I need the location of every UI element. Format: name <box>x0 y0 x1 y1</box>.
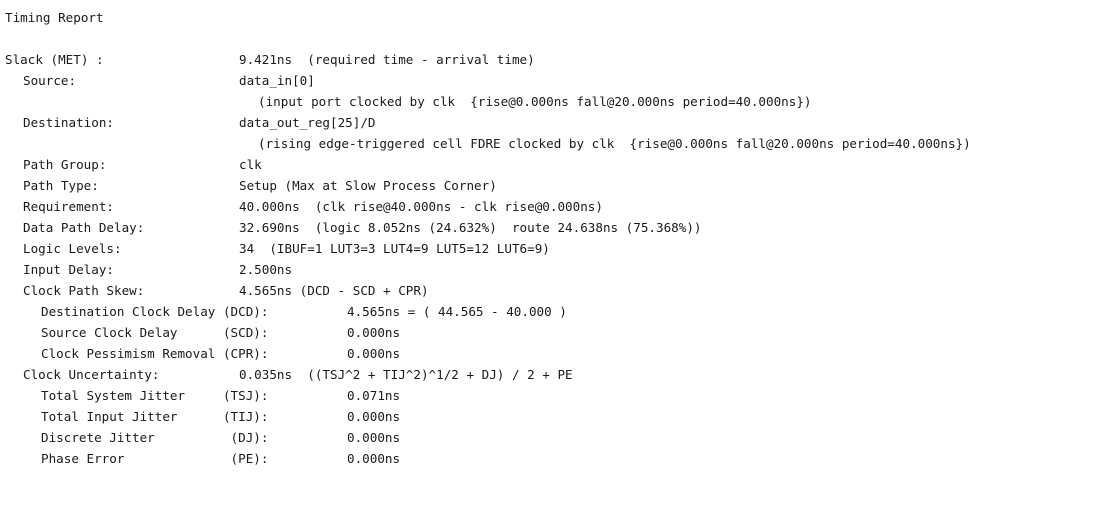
row-label: Total Input Jitter (TIJ): <box>41 409 269 424</box>
row-clock-path-skew: Clock Path Skew: 4.565ns (DCD - SCD + CP… <box>0 280 429 301</box>
row-slack: Slack (MET) : 9.421ns (required time - a… <box>0 49 535 70</box>
row-value: (rising edge-triggered cell FDRE clocked… <box>258 136 971 151</box>
row-pe: Phase Error (PE): 0.000ns <box>0 448 400 469</box>
row-clock-uncertainty: Clock Uncertainty: 0.035ns ((TSJ^2 + TIJ… <box>0 364 573 385</box>
row-label: Source: <box>23 73 77 88</box>
row-source-detail: (input port clocked by clk {rise@0.000ns… <box>0 91 812 112</box>
row-label: Clock Uncertainty: <box>23 367 160 382</box>
report-title-line: Timing Report <box>0 7 104 28</box>
row-value: data_out_reg[25]/D <box>239 115 376 130</box>
row-path-type: Path Type: Setup (Max at Slow Process Co… <box>0 175 497 196</box>
row-value: 4.565ns = ( 44.565 - 40.000 ) <box>347 304 567 319</box>
row-scd: Source Clock Delay (SCD): 0.000ns <box>0 322 400 343</box>
row-value: clk <box>239 157 262 172</box>
row-label: Clock Pessimism Removal (CPR): <box>41 346 269 361</box>
row-tij: Total Input Jitter (TIJ): 0.000ns <box>0 406 400 427</box>
row-value: 0.000ns <box>347 451 401 466</box>
row-dcd: Destination Clock Delay (DCD): 4.565ns =… <box>0 301 567 322</box>
row-value: 0.071ns <box>347 388 401 403</box>
row-label: Total System Jitter (TSJ): <box>41 388 269 403</box>
row-label: Discrete Jitter (DJ): <box>41 430 269 445</box>
row-destination: Destination: data_out_reg[25]/D <box>0 112 375 133</box>
row-logic-levels: Logic Levels: 34 (IBUF=1 LUT3=3 LUT4=9 L… <box>0 238 550 259</box>
row-label: Requirement: <box>23 199 114 214</box>
row-label: Clock Path Skew: <box>23 283 145 298</box>
row-tsj: Total System Jitter (TSJ): 0.071ns <box>0 385 400 406</box>
row-cpr: Clock Pessimism Removal (CPR): 0.000ns <box>0 343 400 364</box>
row-value: 34 (IBUF=1 LUT3=3 LUT4=9 LUT5=12 LUT6=9) <box>239 241 550 256</box>
row-label: Input Delay: <box>23 262 114 277</box>
row-label: Slack (MET) : <box>5 52 104 67</box>
row-value: 0.000ns <box>347 346 401 361</box>
row-value: 0.035ns ((TSJ^2 + TIJ^2)^1/2 + DJ) / 2 +… <box>239 367 573 382</box>
row-label: Destination: <box>23 115 114 130</box>
report-title: Timing Report <box>5 10 104 25</box>
row-label: Phase Error (PE): <box>41 451 269 466</box>
row-value: 0.000ns <box>347 325 401 340</box>
row-value: data_in[0] <box>239 73 315 88</box>
row-data-path-delay: Data Path Delay: 32.690ns (logic 8.052ns… <box>0 217 702 238</box>
row-label: Source Clock Delay (SCD): <box>41 325 269 340</box>
row-label: Destination Clock Delay (DCD): <box>41 304 269 319</box>
row-destination-detail: (rising edge-triggered cell FDRE clocked… <box>0 133 971 154</box>
row-value: 32.690ns (logic 8.052ns (24.632%) route … <box>239 220 702 235</box>
row-dj: Discrete Jitter (DJ): 0.000ns <box>0 427 400 448</box>
row-value: (input port clocked by clk {rise@0.000ns… <box>258 94 812 109</box>
row-value: 0.000ns <box>347 430 401 445</box>
row-path-group: Path Group: clk <box>0 154 262 175</box>
row-input-delay: Input Delay: 2.500ns <box>0 259 292 280</box>
row-value: 2.500ns <box>239 262 293 277</box>
row-label: Logic Levels: <box>23 241 122 256</box>
row-label: Path Group: <box>23 157 107 172</box>
row-value: Setup (Max at Slow Process Corner) <box>239 178 497 193</box>
row-value: 9.421ns (required time - arrival time) <box>239 52 535 67</box>
row-value: 0.000ns <box>347 409 401 424</box>
row-value: 40.000ns (clk rise@40.000ns - clk rise@0… <box>239 199 603 214</box>
row-label: Data Path Delay: <box>23 220 145 235</box>
row-source: Source: data_in[0] <box>0 70 315 91</box>
row-label: Path Type: <box>23 178 99 193</box>
row-value: 4.565ns (DCD - SCD + CPR) <box>239 283 429 298</box>
row-requirement: Requirement: 40.000ns (clk rise@40.000ns… <box>0 196 603 217</box>
